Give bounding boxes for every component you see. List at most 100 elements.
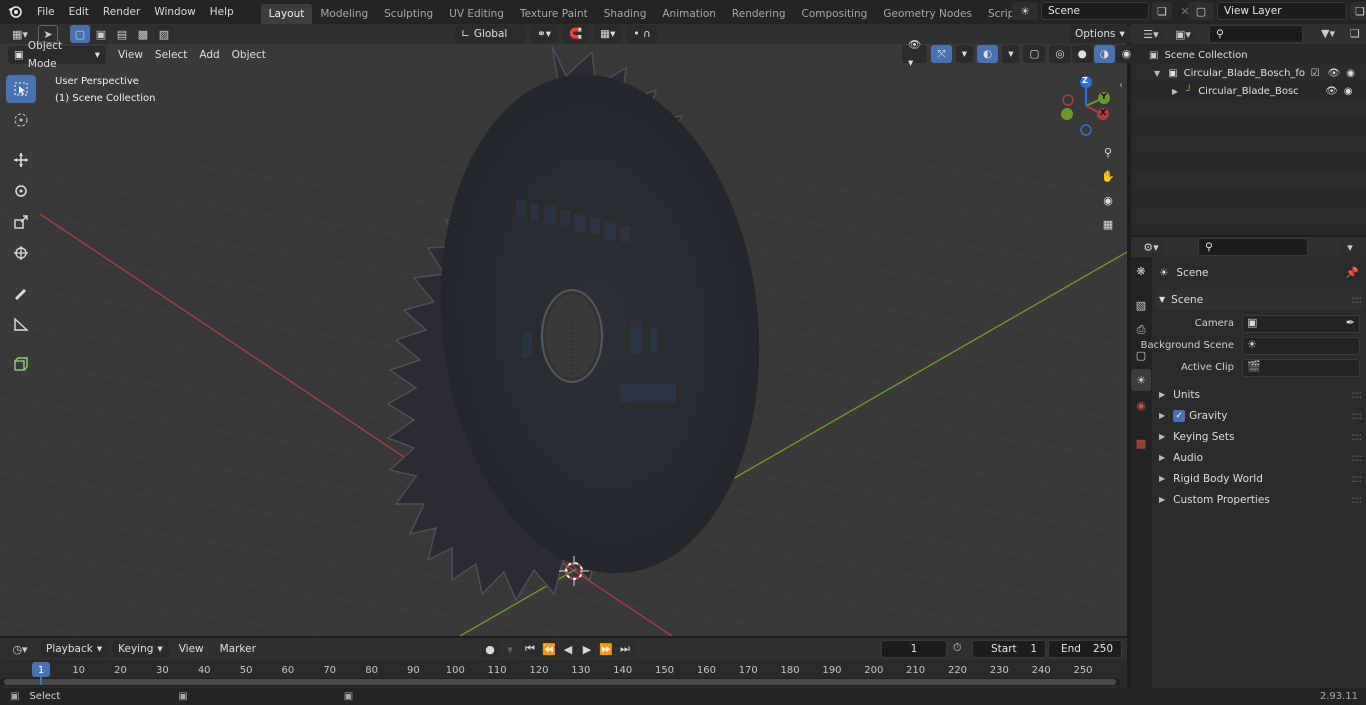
timeline-menu-view[interactable]: View [173,640,210,658]
transform-tool[interactable] [6,239,36,267]
section-custom-properties[interactable]: ▶ Custom Properties:::: [1155,489,1365,510]
material-shading-icon[interactable]: ◑ [1093,45,1115,63]
gizmo-toggle[interactable]: ⤧ [931,45,952,63]
scene-tab-icon[interactable]: ☀ [1131,369,1151,391]
navigation-gizmo[interactable]: Z Y X [1058,74,1116,136]
timeline-editor-type-icon[interactable]: ◷▾ [6,640,34,658]
select-intersect-icon[interactable]: ▨ [154,25,174,43]
menu-window[interactable]: Window [147,1,202,23]
scene-name-field[interactable]: Scene [1041,2,1149,20]
outliner-object-row[interactable]: ▶ ╯ Circular_Blade_Bosch_foi 👁 ◉ [1131,82,1366,100]
gizmo-dropdown[interactable]: ▾ [955,45,974,63]
texture-tab-icon[interactable]: ▩ [1131,432,1151,454]
workspace-tab-layout[interactable]: Layout [260,4,313,24]
current-frame-field[interactable]: 1 [881,640,947,658]
annotate-tool[interactable] [6,279,36,307]
select-subtract-icon[interactable]: ▤ [112,25,132,43]
properties-editor-type-icon[interactable]: ⚙▾ [1137,238,1165,256]
timeline-scrollbar-track[interactable] [0,678,1120,686]
start-frame-field[interactable]: Start 1 [972,640,1046,658]
camera-view-icon[interactable]: ◉ [1096,188,1120,212]
end-frame-field[interactable]: End 250 [1048,640,1122,658]
select-extend-icon[interactable]: ▣ [91,25,111,43]
rotate-tool[interactable] [6,177,36,205]
scene-icon[interactable]: ☀ [1012,2,1038,20]
jump-start-icon[interactable]: ⏮ [521,640,539,658]
perspective-grid-icon[interactable]: ▦ [1096,212,1120,236]
keying-dropdown[interactable]: ▾ [501,640,519,658]
render-tab-icon[interactable]: ▧ [1131,294,1151,316]
options-dropdown[interactable]: Options ▾ [1069,25,1131,43]
timeline-menu-marker[interactable]: Marker [214,640,262,658]
select-invert-icon[interactable]: ▩ [133,25,153,43]
expand-arrow-icon[interactable]: ▶ [1172,87,1178,96]
outliner-collection-row[interactable]: ▼ ▣ Circular_Blade_Bosch_for_Wo ☑ 👁 ◉ [1131,64,1366,82]
drag-handle-icon[interactable]: :::: [1351,473,1362,485]
tool-tab-icon[interactable]: ❋ [1131,260,1151,282]
new-view-layer-icon[interactable]: ❏ [1350,2,1366,20]
active-clip-field[interactable]: 🎬 [1242,359,1360,377]
expand-arrow-icon[interactable]: ▼ [1154,69,1160,78]
overlay-dropdown[interactable]: ▾ [1002,45,1020,63]
stopwatch-icon[interactable]: ⏱ [953,641,962,655]
view-layer-icon[interactable]: ▢ [1188,2,1214,20]
timeline-scrollbar-thumb[interactable] [4,679,1116,685]
drag-handle-icon[interactable]: :::: [1351,389,1362,401]
viewport-menu-select[interactable]: Select [149,46,193,64]
section-units[interactable]: ▶ Units:::: [1155,384,1365,405]
auto-keying-toggle[interactable]: ● [481,640,499,658]
pivot-point-dropdown[interactable]: ⚭▾ [531,25,558,43]
wireframe-shading-icon[interactable]: ◎ [1049,45,1071,63]
visibility-dropdown[interactable]: 👁▾ [902,39,928,69]
properties-search-input[interactable]: ⚲ [1198,238,1308,256]
world-tab-icon[interactable]: ◉ [1131,394,1151,416]
include-checkbox[interactable]: ☑ [1311,68,1320,79]
timeline-menu-keying[interactable]: Keying ▾ [112,640,169,658]
drag-handle-icon[interactable]: :::: [1351,410,1362,422]
add-cube-tool[interactable] [6,350,36,378]
mode-dropdown[interactable]: ▣ Object Mode ▾ [8,40,106,70]
visibility-eye-icon[interactable]: 👁 [1328,68,1341,79]
scene-selector[interactable]: ☀ Scene ❏ ✕ [1012,2,1195,20]
workspace-tab-geometry-nodes[interactable]: Geometry Nodes [875,4,980,24]
view-layer-field[interactable]: View Layer [1217,2,1347,20]
camera-render-icon[interactable]: ◉ [1344,86,1353,97]
3d-viewport[interactable]: User Perspective (1) Scene Collection Z … [0,24,1127,636]
jump-end-icon[interactable]: ⏭ [616,640,634,658]
workspace-tab-compositing[interactable]: Compositing [794,4,876,24]
output-tab-icon[interactable]: ⎙ [1131,319,1151,341]
overlay-toggle[interactable]: ◐ [977,45,999,63]
scene-panel-header[interactable]: ▼ Scene :::: [1155,289,1365,310]
measure-tool[interactable] [6,310,36,338]
solid-shading-icon[interactable]: ● [1071,45,1093,63]
viewport-menu-object[interactable]: Object [226,46,272,64]
workspace-tab-modeling[interactable]: Modeling [312,4,376,24]
xray-toggle[interactable]: ▢ [1023,45,1046,63]
display-mode-icon[interactable]: ▣▾ [1169,25,1197,43]
camera-field[interactable]: ▣ ✒ [1242,315,1360,333]
prev-keyframe-icon[interactable]: ⏪ [540,640,558,658]
drag-handle-icon[interactable]: :::: [1351,452,1362,464]
section-gravity[interactable]: ▶ ✓ Gravity:::: [1155,405,1365,426]
select-box-tool[interactable] [6,75,36,103]
section-audio[interactable]: ▶ Audio:::: [1155,447,1365,468]
outliner-scene-collection[interactable]: ▣ Scene Collection [1131,46,1366,64]
menu-file[interactable]: File [30,1,62,23]
menu-edit[interactable]: Edit [62,1,96,23]
outliner-editor-type-icon[interactable]: ☰▾ [1137,25,1165,43]
new-collection-icon[interactable]: ❏ [1350,27,1360,40]
move-tool[interactable] [6,146,36,174]
outliner-search-input[interactable]: ⚲ [1209,25,1303,43]
menu-render[interactable]: Render [96,1,147,23]
eyedropper-icon[interactable]: ✒ [1346,316,1355,329]
workspace-tab-animation[interactable]: Animation [654,4,724,24]
drag-handle-icon[interactable]: :::: [1351,494,1362,506]
transform-orientation-dropdown[interactable]: ∟ Global [455,25,525,43]
pin-icon[interactable]: 📌 [1346,266,1359,279]
blender-logo-icon[interactable] [0,4,30,21]
visibility-eye-icon[interactable]: 👁 [1325,86,1338,97]
drag-handle-icon[interactable]: :::: [1351,431,1362,443]
viewport-menu-view[interactable]: View [112,46,149,64]
background-scene-field[interactable]: ☀ [1242,337,1360,355]
play-reverse-icon[interactable]: ◀ [559,640,577,658]
